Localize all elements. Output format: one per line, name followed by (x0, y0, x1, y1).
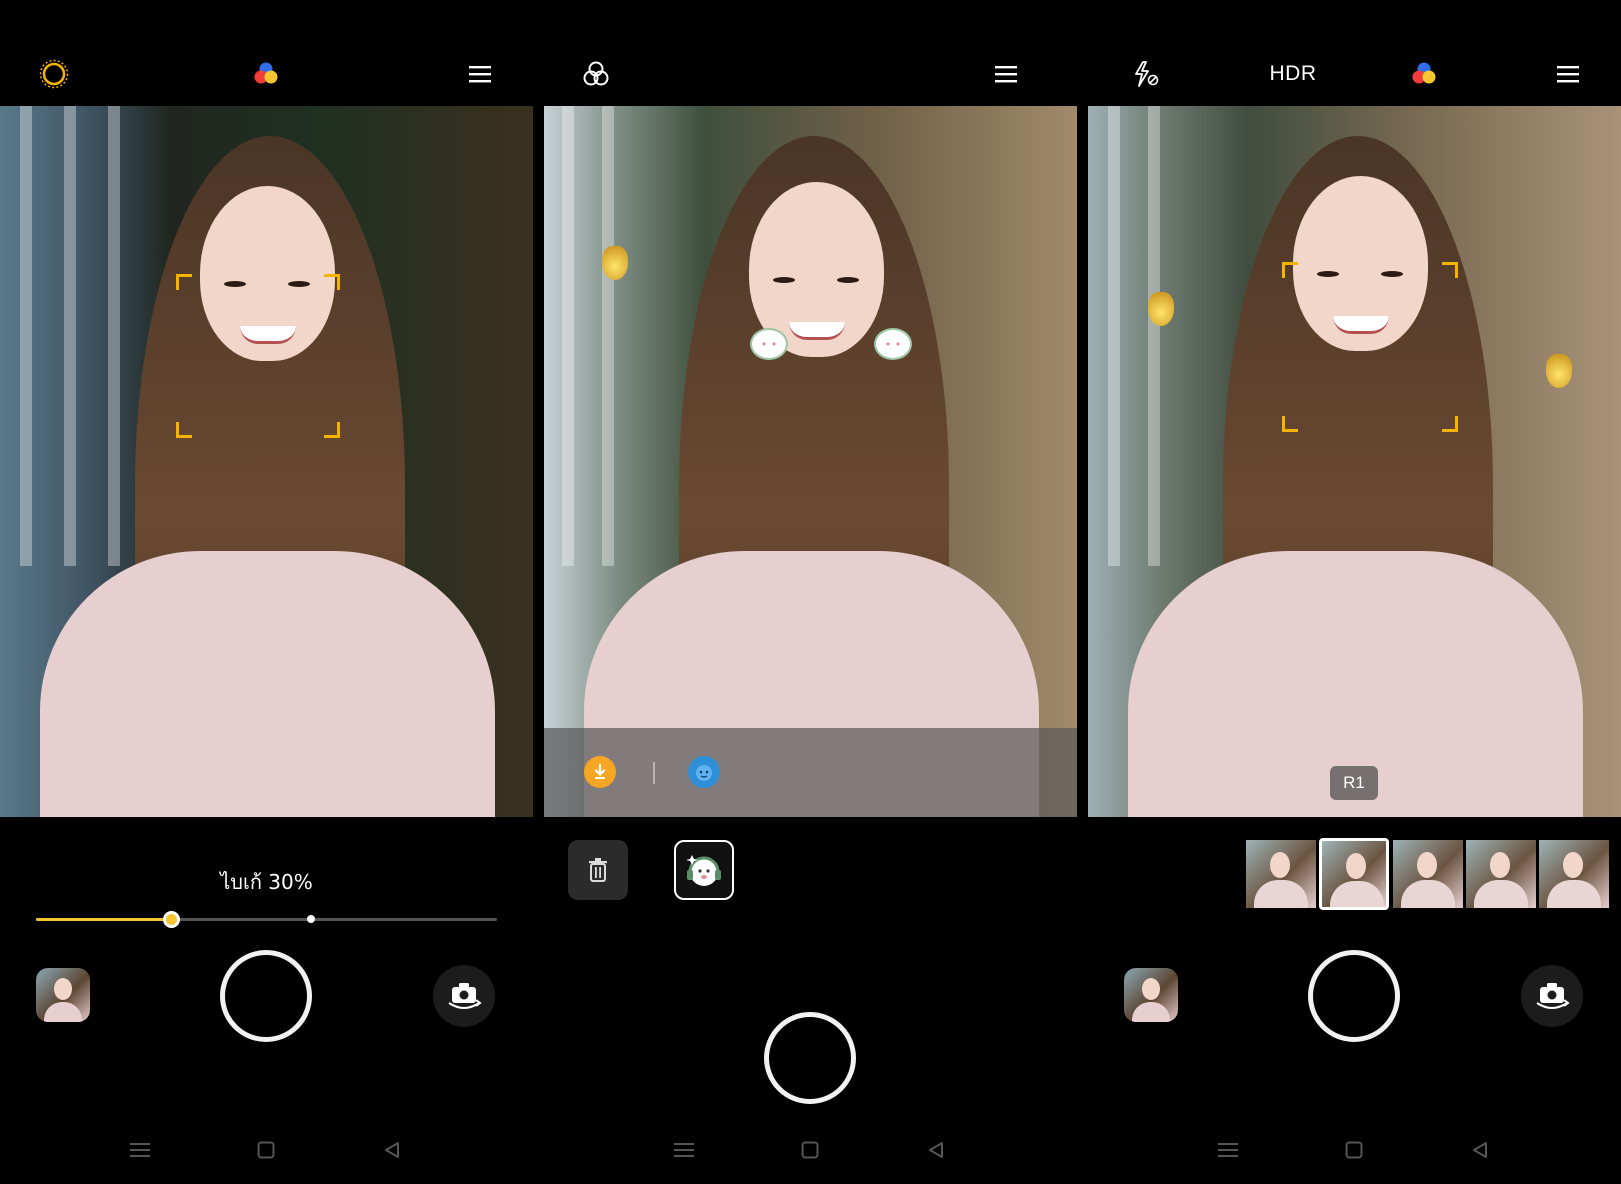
hdr-toggle[interactable]: HDR (1258, 52, 1328, 96)
window-light (64, 106, 76, 566)
face-focus-corner (176, 274, 192, 290)
window-light (602, 106, 614, 566)
window-light (1148, 106, 1160, 566)
color-filter-icon[interactable] (1402, 52, 1446, 96)
back-icon[interactable] (372, 1130, 412, 1170)
download-icon[interactable] (584, 756, 616, 788)
window-light (20, 106, 32, 566)
face-focus-corner (1442, 416, 1458, 432)
top-toolbar (0, 52, 533, 96)
window-light (108, 106, 120, 566)
back-icon[interactable] (1460, 1130, 1500, 1170)
filter-thumbnail[interactable] (1466, 840, 1536, 908)
gallery-thumbnail[interactable] (36, 968, 90, 1022)
menu-icon[interactable] (458, 52, 502, 96)
camera-viewfinder[interactable]: • • • • (544, 106, 1077, 817)
face-focus-corner (324, 274, 340, 290)
filter-camera-screen: HDR R1 (1088, 0, 1621, 1184)
window-light (562, 106, 574, 566)
flash-off-icon[interactable] (1124, 52, 1168, 96)
headphone-cat-sticker-icon[interactable] (674, 840, 734, 900)
recent-apps-icon[interactable] (664, 1130, 704, 1170)
menu-icon[interactable] (984, 52, 1028, 96)
sun-icon[interactable] (32, 52, 76, 96)
subject-face (200, 186, 335, 361)
shutter-button[interactable] (1308, 950, 1400, 1042)
bar-divider (653, 762, 655, 784)
system-navbar (544, 1130, 1077, 1170)
beauty-slider-knob[interactable] (163, 911, 180, 928)
camera-viewfinder[interactable] (0, 106, 533, 817)
filters-icon[interactable] (574, 52, 618, 96)
beauty-camera-screen: ไบเก้ 30% (0, 0, 533, 1184)
recent-apps-icon[interactable] (120, 1130, 160, 1170)
subject-shirt (40, 551, 495, 817)
camera-viewfinder[interactable]: R1 (1088, 106, 1621, 817)
cat-cheek-sticker: • • (874, 328, 912, 360)
menu-icon[interactable] (1546, 52, 1590, 96)
home-icon[interactable] (246, 1130, 286, 1170)
subject-eye (1381, 271, 1403, 277)
top-toolbar: HDR (1088, 52, 1621, 96)
subject-smile (240, 326, 296, 344)
home-icon[interactable] (790, 1130, 830, 1170)
shutter-button[interactable] (764, 1012, 856, 1104)
face-focus-corner (1442, 262, 1458, 278)
subject-eye (224, 281, 246, 287)
back-icon[interactable] (916, 1130, 956, 1170)
color-filter-icon[interactable] (244, 52, 288, 96)
filter-thumbnail[interactable] (1246, 840, 1316, 908)
face-focus-corner (1282, 416, 1298, 432)
camera-flip-icon[interactable] (433, 965, 495, 1027)
shutter-button[interactable] (220, 950, 312, 1042)
subject-smile (1333, 316, 1389, 334)
subject-face (1293, 176, 1428, 351)
pendant-lamp (602, 246, 628, 280)
sticker-category-bar (544, 728, 1077, 817)
filter-name-badge: R1 (1330, 766, 1378, 800)
beauty-slider-fill (36, 918, 171, 921)
system-navbar (1088, 1130, 1621, 1170)
filter-thumbnail[interactable] (1539, 840, 1609, 908)
subject-smile (789, 322, 845, 340)
system-navbar (0, 1130, 533, 1170)
cat-cheek-sticker: • • (750, 328, 788, 360)
gallery-thumbnail[interactable] (1124, 968, 1178, 1022)
trash-icon[interactable] (568, 840, 628, 900)
home-icon[interactable] (1334, 1130, 1374, 1170)
face-focus-corner (176, 422, 192, 438)
subject-eye (1317, 271, 1339, 277)
filter-thumbnail-selected[interactable] (1319, 838, 1389, 910)
beauty-slider[interactable] (36, 911, 497, 928)
pendant-lamp (1148, 292, 1174, 326)
subject-eye (837, 277, 859, 283)
subject-eye (288, 281, 310, 287)
face-focus-corner (324, 422, 340, 438)
filter-thumbnail-strip[interactable] (1246, 838, 1621, 910)
pendant-lamp (1546, 354, 1572, 388)
top-toolbar (544, 52, 1077, 96)
beauty-level-label: ไบเก้ 30% (220, 870, 313, 894)
window-light (1108, 106, 1120, 566)
camera-flip-icon[interactable] (1521, 965, 1583, 1027)
beauty-slider-default-mark (307, 915, 315, 923)
face-focus-corner (1282, 262, 1298, 278)
sticker-face-icon[interactable] (688, 756, 720, 788)
recent-apps-icon[interactable] (1208, 1130, 1248, 1170)
subject-eye (773, 277, 795, 283)
filter-thumbnail[interactable] (1393, 840, 1463, 908)
sticker-camera-screen: • • • • (544, 0, 1077, 1184)
